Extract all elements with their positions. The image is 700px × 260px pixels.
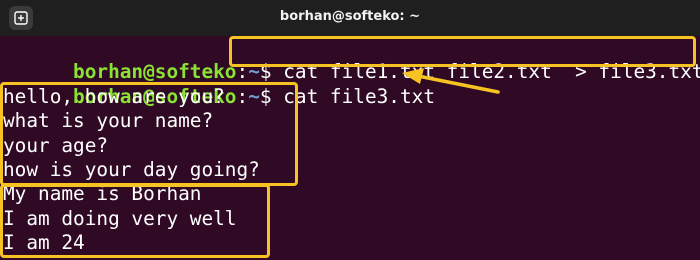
arrow-icon	[402, 68, 500, 94]
terminal-window: borhan@softeko: ~ borhan@softeko:~$ cat …	[0, 0, 700, 260]
